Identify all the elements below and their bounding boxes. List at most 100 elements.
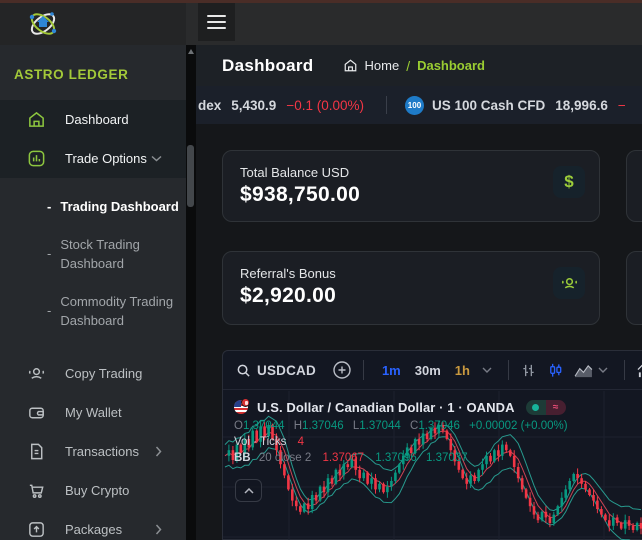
logo-area (0, 3, 186, 45)
partial-card-right-2 (626, 251, 642, 325)
page-header: Dashboard Home / Dashboard (196, 45, 642, 86)
sidebar-item-label: Dashboard (65, 112, 129, 127)
chevron-down-icon (151, 155, 162, 162)
bar-chart-icon (27, 149, 46, 168)
sidebar-item-packages[interactable]: Packages (0, 510, 186, 540)
referral-bonus-card: Referral's Bonus $2,920.00 (222, 251, 600, 325)
interval-1m-button[interactable]: 1m (382, 363, 401, 378)
hamburger-icon (207, 11, 226, 33)
submenu-label: Stock Trading Dashboard (60, 235, 182, 274)
ticker-tape[interactable]: dex 5,430.9 −0.1 (0.00%) 100 US 100 Cash… (196, 86, 642, 124)
high-value: 1.37046 (302, 420, 344, 432)
breadcrumb-home-link[interactable]: Home (365, 58, 400, 73)
bb-params: 20 close 2 (259, 452, 311, 464)
nav-active-group: Dashboard Trade Options (0, 100, 186, 178)
ticker-change: −0.1 (0.00%) (286, 98, 364, 113)
total-balance-card: Total Balance USD $938,750.00 $ (222, 150, 600, 222)
ticker-divider (386, 96, 387, 114)
chevron-right-icon (155, 446, 162, 457)
open-value: 1.37044 (243, 420, 285, 432)
chevron-right-icon (155, 524, 162, 535)
usdcad-flag-icon (234, 399, 250, 415)
sidebar-item-label: Buy Crypto (65, 483, 129, 498)
volume-label: Vol · Ticks (234, 436, 286, 448)
astro-ledger-logo-icon[interactable] (24, 5, 62, 43)
bb-label: BB (234, 452, 251, 464)
sidebar-item-label: Trade Options (65, 151, 147, 166)
interval-1h-button[interactable]: 1h (455, 363, 470, 378)
referral-users-icon (553, 267, 585, 299)
sidebar-item-dashboard[interactable]: Dashboard (0, 100, 186, 139)
submenu-label: Trading Dashboard (60, 197, 182, 217)
market-status-pill[interactable]: ≈ (526, 400, 566, 415)
approx-price-toggle[interactable]: ≈ (546, 400, 566, 415)
tradingview-chart-widget: USDCAD 1m 30m 1h (222, 350, 642, 540)
symbol-search-icon[interactable] (236, 363, 251, 378)
chart-legend: U.S. Dollar / Canadian Dollar · 1 · OAND… (234, 399, 574, 464)
brand-title: ASTRO LEDGER (0, 45, 186, 100)
sidebar-item-copy-trading[interactable]: Copy Trading (0, 354, 186, 393)
breadcrumb: Home / Dashboard (343, 58, 485, 74)
submenu-item-trading-dashboard[interactable]: - Trading Dashboard (0, 188, 186, 226)
submenu-item-stock-trading-dashboard[interactable]: - Stock Trading Dashboard (0, 226, 186, 283)
bb-upper-value: 1.37096 (375, 452, 417, 464)
change-value: +0.00002 (+0.00%) (469, 420, 567, 432)
scrollbar-thumb[interactable] (187, 145, 194, 207)
submenu-bullet: - (47, 197, 51, 217)
card-value: $938,750.00 (240, 183, 599, 207)
chart-toolbar: USDCAD 1m 30m 1h (223, 351, 642, 390)
close-value: 1.37046 (418, 420, 460, 432)
ticker-symbol: dex (198, 98, 221, 113)
card-label: Referral's Bonus (240, 266, 599, 281)
submenu-label: Commodity Trading Dashboard (60, 292, 182, 331)
market-open-toggle[interactable] (526, 400, 546, 415)
ticker-item-index[interactable]: dex 5,430.9 −0.1 (0.00%) (198, 98, 364, 113)
intervals-chevron-icon[interactable] (482, 367, 492, 373)
ticker-price: 18,996.6 (555, 98, 608, 113)
card-value: $2,920.00 (240, 284, 599, 308)
compare-add-icon[interactable] (332, 360, 352, 380)
ohlc-row: O1.37044 H1.37046 L1.37044 C1.37046 +0.0… (234, 420, 574, 432)
symbol-description[interactable]: U.S. Dollar / Canadian Dollar · 1 · OAND… (257, 400, 515, 415)
ticker-price: 5,430.9 (231, 98, 276, 113)
indicators-icon (636, 362, 642, 379)
bb-indicator-row: BB 20 close 2 1.37067 1.37096 1.37037 (234, 452, 574, 464)
area-style-icon[interactable] (574, 363, 593, 378)
breadcrumb-current: Dashboard (417, 58, 485, 73)
cart-icon (27, 481, 46, 500)
sidebar: ASTRO LEDGER Dashboard Trade Options - T… (0, 45, 186, 540)
sidebar-scrollbar[interactable] (186, 45, 196, 540)
card-label: Total Balance USD (240, 165, 599, 180)
breadcrumb-home-icon (343, 58, 358, 73)
bb-basis-value: 1.37067 (322, 452, 364, 464)
wallet-icon (27, 403, 46, 422)
candles-style-icon[interactable] (547, 362, 564, 379)
ticker-item-us100[interactable]: 100 US 100 Cash CFD 18,996.6 − (405, 96, 626, 115)
sidebar-item-transactions[interactable]: Transactions (0, 432, 186, 471)
toolbar-divider (363, 360, 364, 380)
chevron-up-icon (244, 488, 254, 494)
sidebar-item-my-wallet[interactable]: My Wallet (0, 393, 186, 432)
market-open-dot-icon (532, 404, 539, 411)
sidebar-item-label: My Wallet (65, 405, 122, 420)
submenu-bullet: - (47, 301, 51, 321)
ticker-change: − (618, 98, 626, 113)
scrollbar-up-arrow[interactable] (188, 49, 194, 54)
chart-symbol-button[interactable]: USDCAD (257, 363, 316, 378)
sidebar-item-buy-crypto[interactable]: Buy Crypto (0, 471, 186, 510)
toolbar-divider (624, 360, 625, 380)
document-icon (27, 442, 46, 461)
bb-lower-value: 1.37037 (426, 452, 468, 464)
interval-30m-button[interactable]: 30m (415, 363, 441, 378)
partial-card-right-1 (626, 150, 642, 222)
sidebar-toggle-button[interactable] (198, 3, 235, 41)
package-icon (27, 520, 46, 539)
submenu-bullet: - (47, 244, 51, 264)
styles-chevron-icon[interactable] (598, 367, 608, 373)
submenu-item-commodity-trading-dashboard[interactable]: - Commodity Trading Dashboard (0, 283, 186, 340)
bars-style-icon[interactable] (520, 362, 537, 379)
legend-collapse-button[interactable] (235, 479, 262, 502)
volume-row: Vol · Ticks 4 (234, 436, 574, 448)
sidebar-item-trade-options[interactable]: Trade Options (0, 139, 186, 178)
indicators-button[interactable]: Indicators (636, 362, 642, 379)
